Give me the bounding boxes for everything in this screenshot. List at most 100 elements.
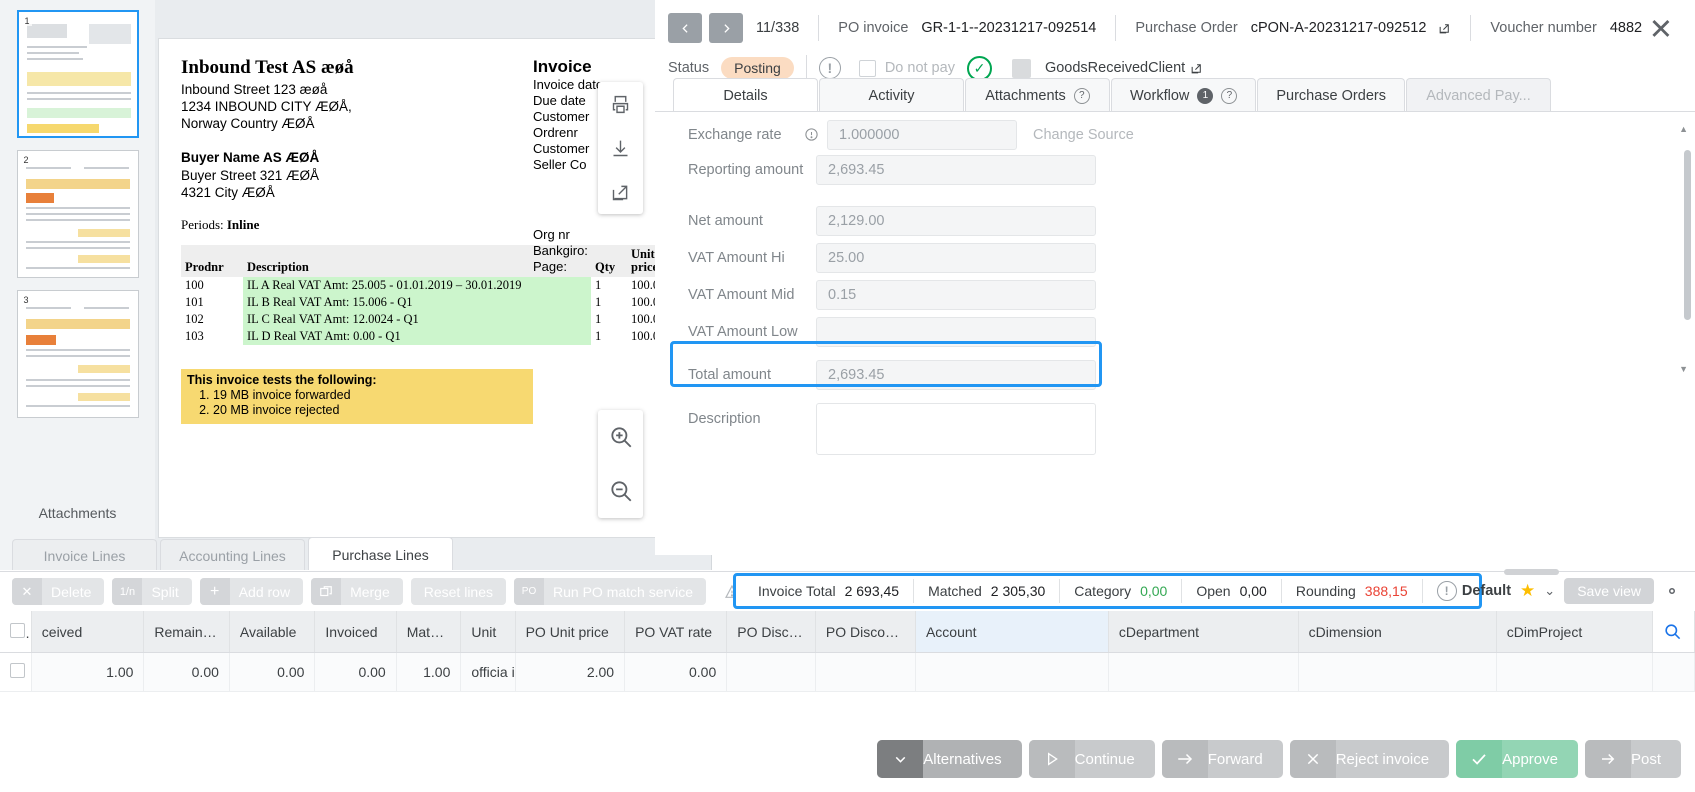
totals-summary-bar: Invoice Total 2 693,45 Matched 2 305,30 … xyxy=(733,573,1482,609)
column-received[interactable]: ceived xyxy=(31,611,144,653)
change-source-link[interactable]: Change Source xyxy=(1033,127,1134,143)
column-invoiced[interactable]: Invoiced xyxy=(315,611,396,653)
cell-cdimproject[interactable] xyxy=(1496,653,1652,692)
split-button[interactable]: 1/n Split xyxy=(112,578,191,605)
column-cdimproject[interactable]: cDimProject xyxy=(1496,611,1652,653)
view-selector[interactable]: Default ★ ⌄ Save view xyxy=(1462,578,1681,604)
download-icon[interactable] xyxy=(598,126,643,170)
merge-button[interactable]: Merge xyxy=(311,578,403,605)
vat-amount-hi-input[interactable]: 25.00 xyxy=(816,243,1096,273)
column-unit[interactable]: Unit xyxy=(461,611,515,653)
zoom-in-icon[interactable] xyxy=(598,410,643,464)
forward-button[interactable]: Forward xyxy=(1162,740,1283,778)
search-icon[interactable] xyxy=(1663,622,1684,641)
print-icon[interactable] xyxy=(598,82,643,126)
run-po-match-service-button[interactable]: PO Run PO match service xyxy=(514,578,706,605)
vat-amount-low-input[interactable] xyxy=(816,317,1096,347)
tab-advanced-pay[interactable]: Advanced Pay... xyxy=(1406,78,1551,112)
tab-accounting-lines[interactable]: Accounting Lines xyxy=(160,539,305,570)
approve-button[interactable]: Approve xyxy=(1456,740,1578,778)
thumbnail-strip[interactable]: 1 2 xyxy=(0,0,155,570)
net-amount-input[interactable]: 2,129.00 xyxy=(816,206,1096,236)
alternatives-button[interactable]: Alternatives xyxy=(877,740,1021,778)
exchange-rate-input[interactable]: 1.000000 xyxy=(827,120,1017,150)
exclamation-icon[interactable]: ! xyxy=(1437,581,1457,601)
column-account[interactable]: Account xyxy=(915,611,1108,653)
column-available[interactable]: Available xyxy=(229,611,315,653)
tab-invoice-lines[interactable]: Invoice Lines xyxy=(12,539,157,570)
open-external-icon[interactable] xyxy=(1190,62,1203,75)
open-external-icon[interactable] xyxy=(598,170,643,214)
column-po-unit-price[interactable]: PO Unit price xyxy=(515,611,624,653)
info-icon[interactable] xyxy=(804,127,819,142)
cell-received[interactable]: 1.00 xyxy=(31,653,144,692)
previous-record-button[interactable] xyxy=(668,13,702,43)
help-icon[interactable]: ? xyxy=(1221,88,1237,104)
cell-available[interactable]: 0.00 xyxy=(229,653,315,692)
cell-cdepartment[interactable] xyxy=(1108,653,1298,692)
checkbox[interactable] xyxy=(10,623,25,638)
tab-attachments[interactable]: Attachments ? xyxy=(965,78,1110,112)
tab-details[interactable]: Details xyxy=(673,78,818,112)
thumbnail-page-1[interactable]: 1 xyxy=(17,10,139,138)
continue-button[interactable]: Continue xyxy=(1029,740,1155,778)
tab-purchase-lines[interactable]: Purchase Lines xyxy=(308,537,453,570)
reject-invoice-button[interactable]: Reject invoice xyxy=(1290,740,1449,778)
next-record-button[interactable] xyxy=(709,13,743,43)
help-icon[interactable]: ? xyxy=(1074,88,1090,104)
column-search[interactable] xyxy=(1653,611,1695,653)
cell-po-discount-amount[interactable] xyxy=(815,653,915,692)
form-scrollbar[interactable]: ▲ ▼ xyxy=(1684,124,1691,354)
row-checkbox[interactable] xyxy=(0,653,31,692)
column-po-discount-amount[interactable]: PO Discoun... xyxy=(815,611,915,653)
table-row[interactable]: 1.00 0.00 0.00 0.00 1.00 officia in 2.00… xyxy=(0,653,1695,692)
column-cdepartment[interactable]: cDepartment xyxy=(1108,611,1298,653)
vat-amount-mid-input[interactable]: 0.15 xyxy=(816,280,1096,310)
reporting-amount-input[interactable]: 2,693.45 xyxy=(816,155,1096,185)
cell-po-discount[interactable] xyxy=(727,653,816,692)
description-input[interactable] xyxy=(816,403,1096,455)
gear-icon[interactable] xyxy=(1663,582,1681,600)
tab-activity[interactable]: Activity xyxy=(819,78,964,112)
column-po-vat-rate[interactable]: PO VAT rate xyxy=(625,611,727,653)
cell-invoiced[interactable]: 0.00 xyxy=(315,653,396,692)
post-button[interactable]: Post xyxy=(1585,740,1681,778)
cell-unit[interactable]: officia in xyxy=(461,653,515,692)
close-icon[interactable]: ✕ xyxy=(1649,16,1673,45)
delete-button[interactable]: ✕ Delete xyxy=(12,578,104,605)
cell-po-unit-price[interactable]: 2.00 xyxy=(515,653,624,692)
tab-label: Workflow xyxy=(1130,88,1189,104)
document-tools[interactable] xyxy=(598,82,643,214)
thumbnail-page-3[interactable]: 3 xyxy=(17,290,139,418)
checkbox[interactable] xyxy=(10,663,25,678)
total-amount-input[interactable]: 2,693.45 xyxy=(816,360,1096,390)
tab-label: Details xyxy=(723,88,767,104)
cell-matched[interactable]: 1.00 xyxy=(396,653,461,692)
chevron-down-icon[interactable]: ⌄ xyxy=(1544,583,1555,599)
cell-cdimension[interactable] xyxy=(1298,653,1496,692)
reset-lines-button[interactable]: Reset lines xyxy=(411,578,506,605)
drag-handle[interactable] xyxy=(1504,569,1559,575)
tab-purchase-orders[interactable]: Purchase Orders xyxy=(1257,78,1405,112)
column-po-discount[interactable]: PO Discount xyxy=(727,611,816,653)
zoom-out-icon[interactable] xyxy=(598,464,643,518)
column-remaining[interactable]: Remaining xyxy=(144,611,230,653)
cell-account[interactable] xyxy=(915,653,1108,692)
field-total-amount: Total amount 2,693.45 xyxy=(655,356,1695,393)
cell-remaining[interactable]: 0.00 xyxy=(144,653,230,692)
tab-workflow[interactable]: Workflow 1 ? xyxy=(1111,78,1256,112)
save-view-button[interactable]: Save view xyxy=(1564,578,1654,604)
column-matched[interactable]: Matched xyxy=(396,611,461,653)
column-cdimension[interactable]: cDimension xyxy=(1298,611,1496,653)
open-external-icon[interactable] xyxy=(1438,22,1451,35)
thumbnail-page-2[interactable]: 2 xyxy=(17,150,139,278)
select-all-checkbox-header[interactable] xyxy=(0,611,31,653)
star-icon[interactable]: ★ xyxy=(1520,581,1535,601)
line-tabs[interactable]: Invoice Lines Accounting Lines Purchase … xyxy=(0,536,655,570)
cell-po-vat-rate[interactable]: 0.00 xyxy=(625,653,727,692)
exclamation-icon[interactable]: ! xyxy=(819,57,841,79)
add-row-button[interactable]: + Add row xyxy=(200,578,303,605)
detail-tabs[interactable]: Details Activity Attachments ? Workflow … xyxy=(655,78,1695,112)
zoom-controls[interactable] xyxy=(598,410,643,518)
do-not-pay-checkbox[interactable] xyxy=(859,60,876,77)
